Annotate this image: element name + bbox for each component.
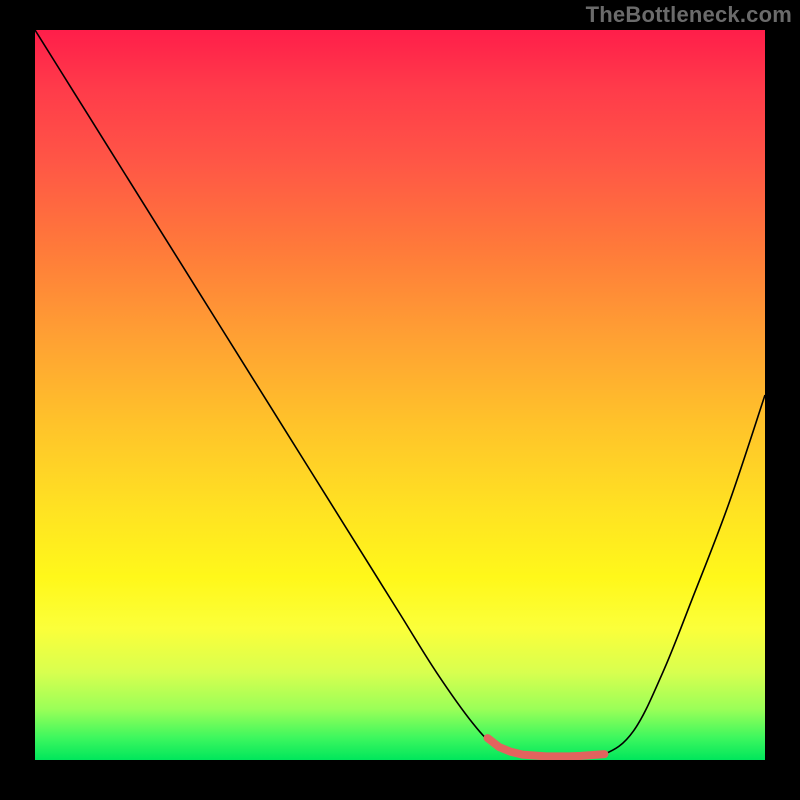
chart-frame: TheBottleneck.com: [0, 0, 800, 800]
optimal-range-marker: [488, 738, 605, 756]
watermark-text: TheBottleneck.com: [586, 2, 792, 28]
curve-svg: [35, 30, 765, 760]
plot-area: [35, 30, 765, 760]
bottleneck-curve: [35, 30, 765, 757]
